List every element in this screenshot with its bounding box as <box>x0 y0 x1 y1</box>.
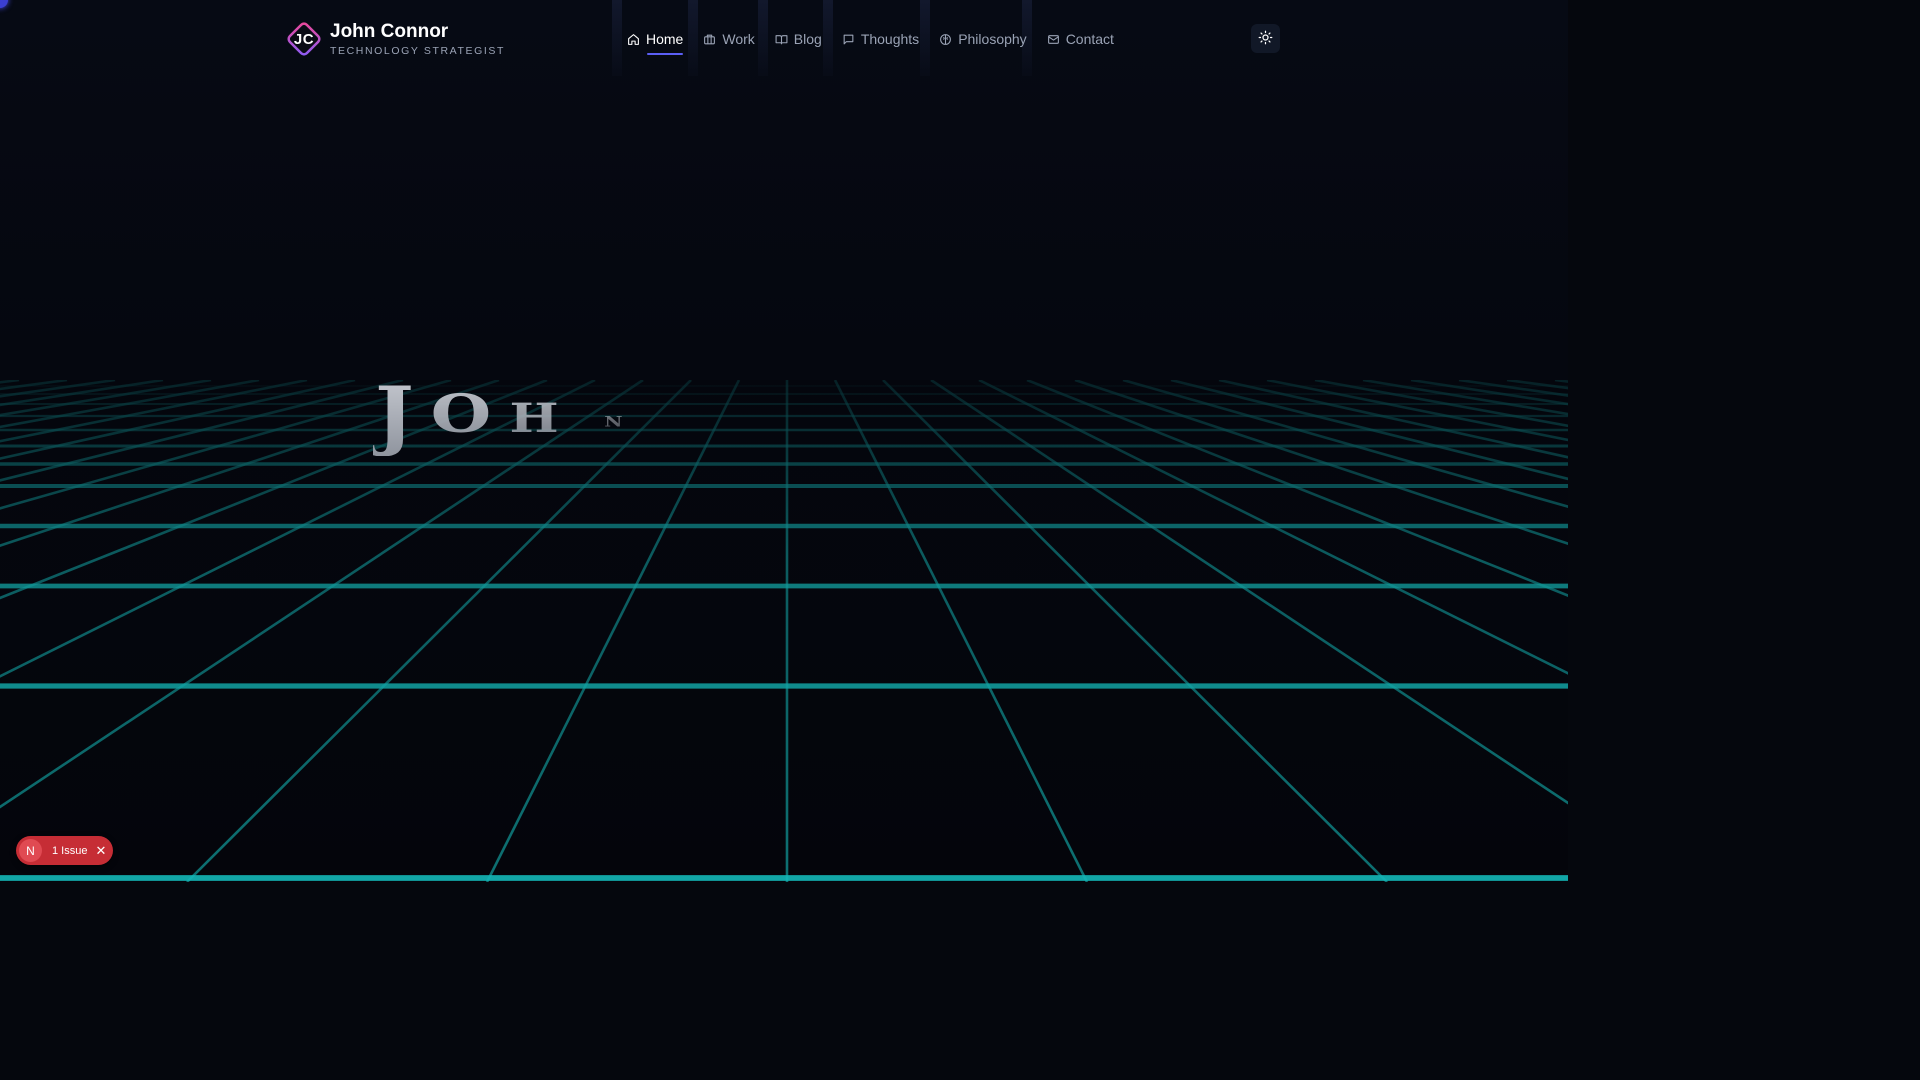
site-owner-role: TECHNOLOGY STRATEGIST <box>330 44 505 57</box>
nextjs-logo-icon: N <box>19 839 42 862</box>
home-icon <box>627 33 640 46</box>
hero-letter: J <box>373 376 414 456</box>
nav-label: Blog <box>793 31 822 47</box>
brain-icon <box>939 33 952 46</box>
logo-text: John Connor TECHNOLOGY STRATEGIST <box>330 21 505 58</box>
book-icon <box>775 33 788 46</box>
chat-bubble-icon <box>842 33 855 46</box>
hero-letter: O <box>431 383 492 445</box>
sun-icon <box>1258 30 1273 48</box>
hero-letter: H <box>510 394 559 441</box>
logo-link[interactable]: JC John Connor TECHNOLOGY STRATEGIST <box>283 18 505 60</box>
hero-name: J O H N <box>369 370 673 459</box>
issue-badge[interactable]: N 1 Issue ✕ <box>16 836 113 865</box>
nav-label: Work <box>722 31 755 47</box>
mail-icon <box>1047 33 1060 46</box>
nav-label: Contact <box>1065 31 1114 47</box>
nav-label: Philosophy <box>958 31 1027 47</box>
nav-item-blog[interactable]: Blog <box>775 28 822 50</box>
site-owner-name: John Connor <box>330 20 449 42</box>
site-header: JC John Connor TECHNOLOGY STRATEGIST Hom… <box>0 0 1568 78</box>
logo-initials: JC <box>293 30 315 48</box>
briefcase-icon <box>703 33 716 46</box>
nav-item-contact[interactable]: Contact <box>1047 28 1114 50</box>
nav-item-work[interactable]: Work <box>703 28 755 50</box>
floor-fade-overlay <box>0 380 1568 882</box>
issue-count-label: 1 Issue <box>52 844 88 857</box>
theme-toggle-button[interactable] <box>1251 24 1280 53</box>
grid-floor <box>0 380 1568 882</box>
nav-item-philosophy[interactable]: Philosophy <box>939 28 1027 50</box>
nav-item-thoughts[interactable]: Thoughts <box>842 28 919 50</box>
active-underline <box>647 53 684 55</box>
nav-label: Home <box>646 31 684 47</box>
logo-mark: JC <box>283 18 325 60</box>
page: J O H N JC John Connor TECHNOLOGY STRATE… <box>0 0 1568 882</box>
nav-label: Thoughts <box>860 31 920 47</box>
close-icon[interactable]: ✕ <box>95 843 106 859</box>
nav-item-home[interactable]: Home <box>627 28 684 55</box>
main-nav: Home Work Blog Thoughts Philosophy Conta… <box>627 28 1114 55</box>
hero-letter: N <box>604 414 622 431</box>
nav-glow <box>612 0 622 76</box>
